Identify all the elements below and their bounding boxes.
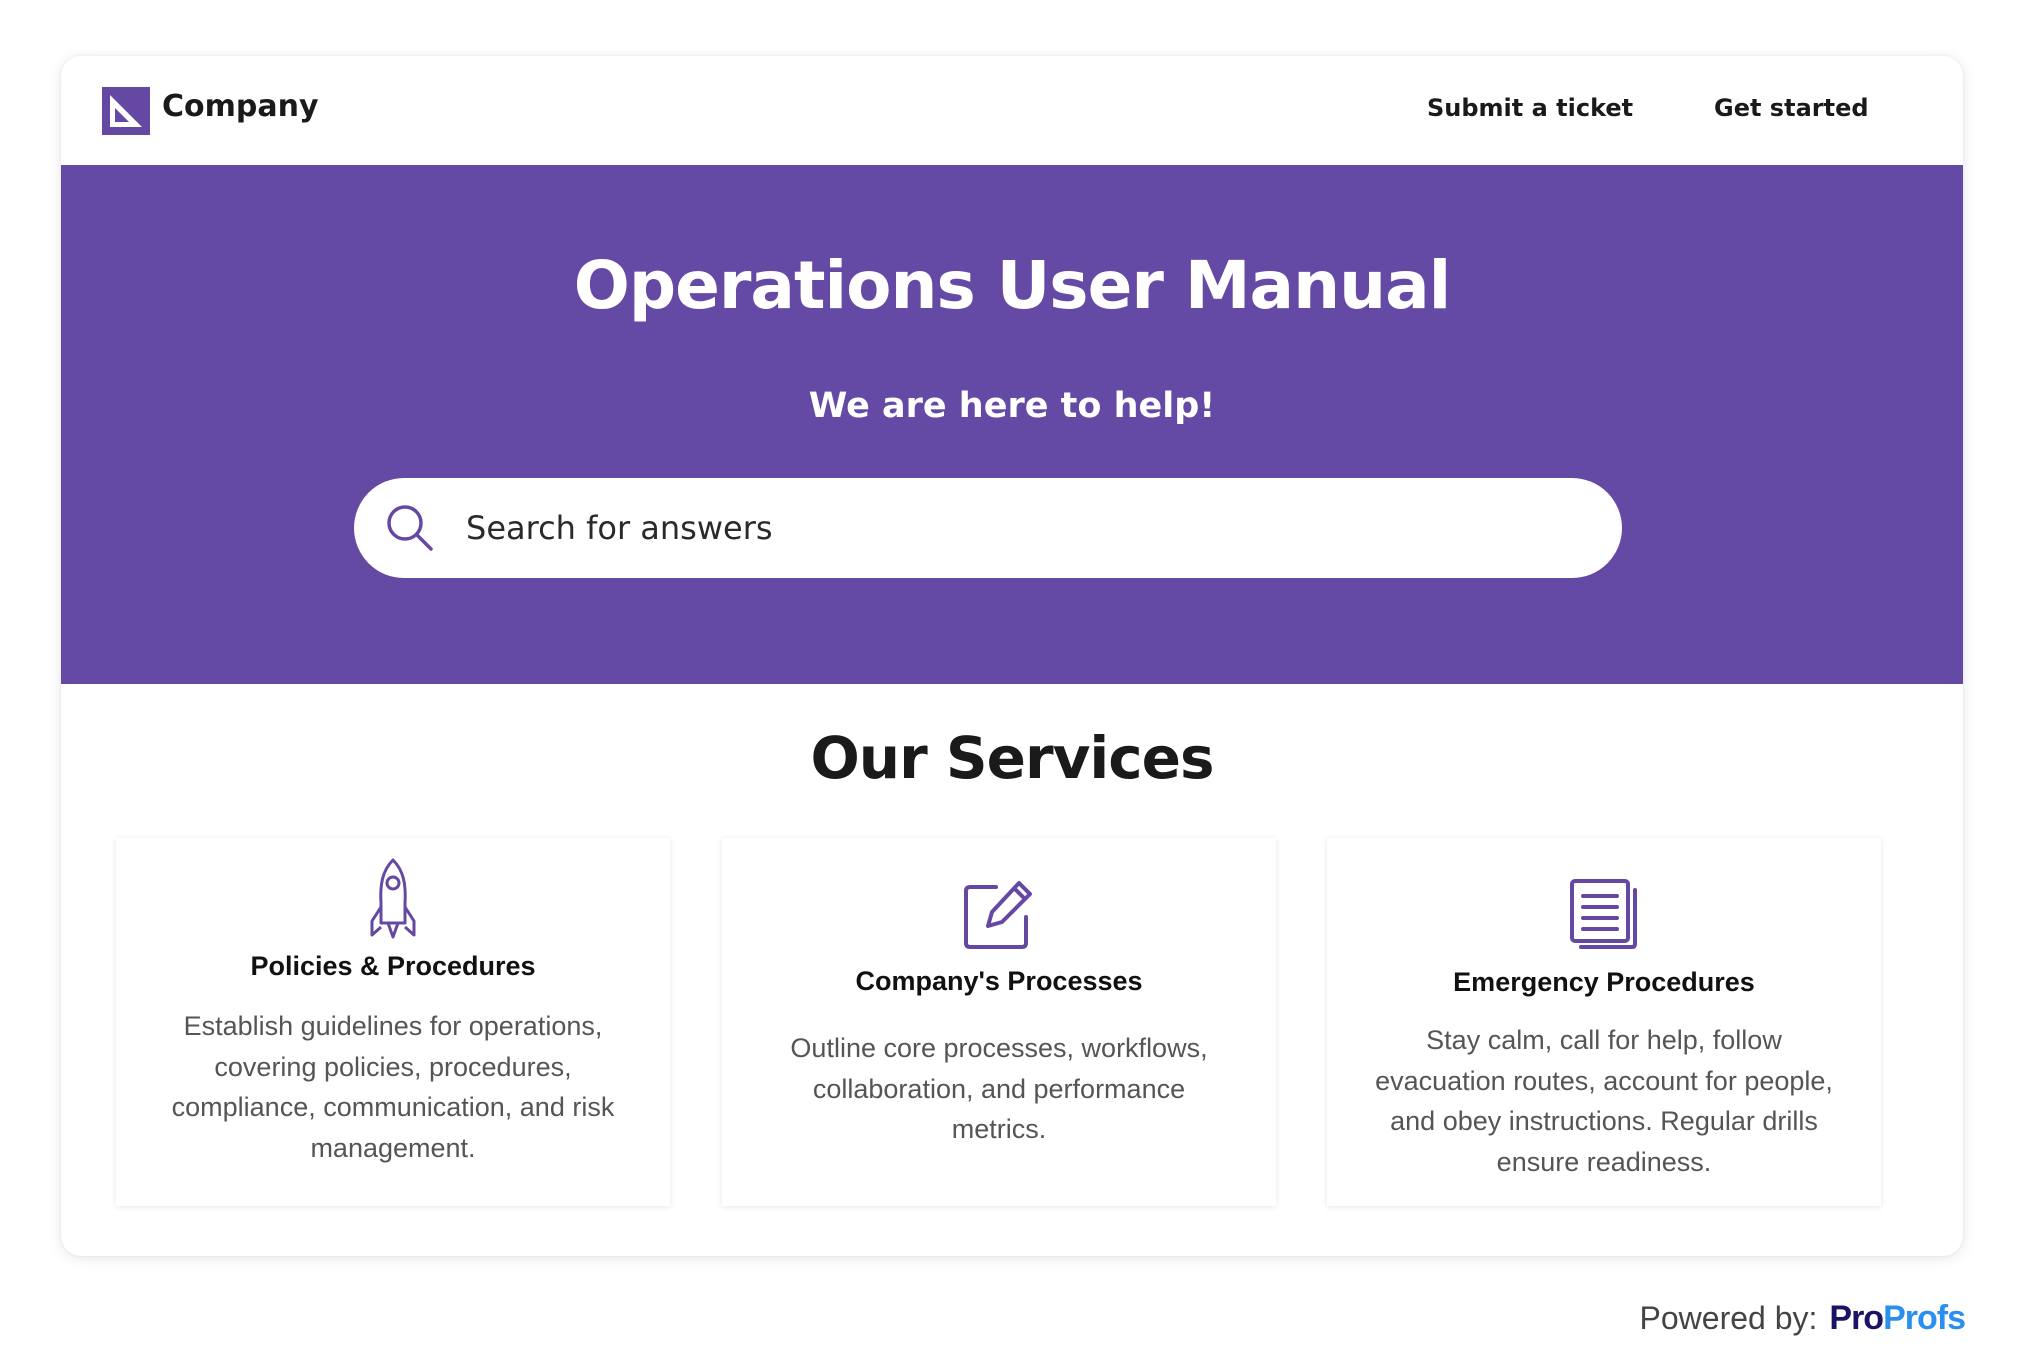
powered-by: Powered by: ProProfs xyxy=(1639,1298,1966,1338)
page-title: Operations User Manual xyxy=(573,247,1451,324)
search-input[interactable] xyxy=(466,498,1566,558)
brand-name[interactable]: Company xyxy=(162,89,319,124)
document-icon xyxy=(1570,879,1637,949)
hero-subtitle: We are here to help! xyxy=(808,386,1216,426)
card-title: Company's Processes xyxy=(855,966,1143,996)
rocket-icon xyxy=(370,858,416,939)
proprofs-logo-part1: Pro xyxy=(1829,1298,1884,1337)
proprofs-logo-part2: Profs xyxy=(1883,1298,1966,1337)
help-center-window: Company Submit a ticket Get started Oper… xyxy=(61,56,1963,1256)
proprofs-logo[interactable]: ProProfs xyxy=(1829,1298,1966,1338)
card-description: Stay calm, call for help, follow evacuat… xyxy=(1375,1025,1833,1177)
card-description: Establish guidelines for operations, cov… xyxy=(171,1011,615,1163)
search-icon[interactable] xyxy=(384,502,436,554)
search-bar[interactable] xyxy=(354,478,1622,578)
service-card-policies[interactable]: Policies & Procedures Establish guidelin… xyxy=(116,838,670,1206)
service-card-emergency[interactable]: Emergency Procedures Stay calm, call for… xyxy=(1327,838,1881,1206)
edit-pencil-icon xyxy=(964,881,1032,949)
service-card-processes[interactable]: Company's Processes Outline core process… xyxy=(722,838,1276,1206)
submit-ticket-link[interactable]: Submit a ticket xyxy=(1427,94,1633,122)
get-started-link[interactable]: Get started xyxy=(1714,94,1869,122)
card-title: Policies & Procedures xyxy=(250,951,536,981)
card-title: Emergency Procedures xyxy=(1453,967,1755,997)
company-logo-icon[interactable] xyxy=(101,86,151,136)
services-heading: Our Services xyxy=(810,724,1214,792)
top-navbar: Company Submit a ticket Get started xyxy=(61,56,1963,165)
powered-by-label: Powered by: xyxy=(1639,1299,1818,1336)
hero-banner: Operations User Manual We are here to he… xyxy=(61,165,1963,684)
card-description: Outline core processes, workflows, colla… xyxy=(790,1033,1208,1144)
